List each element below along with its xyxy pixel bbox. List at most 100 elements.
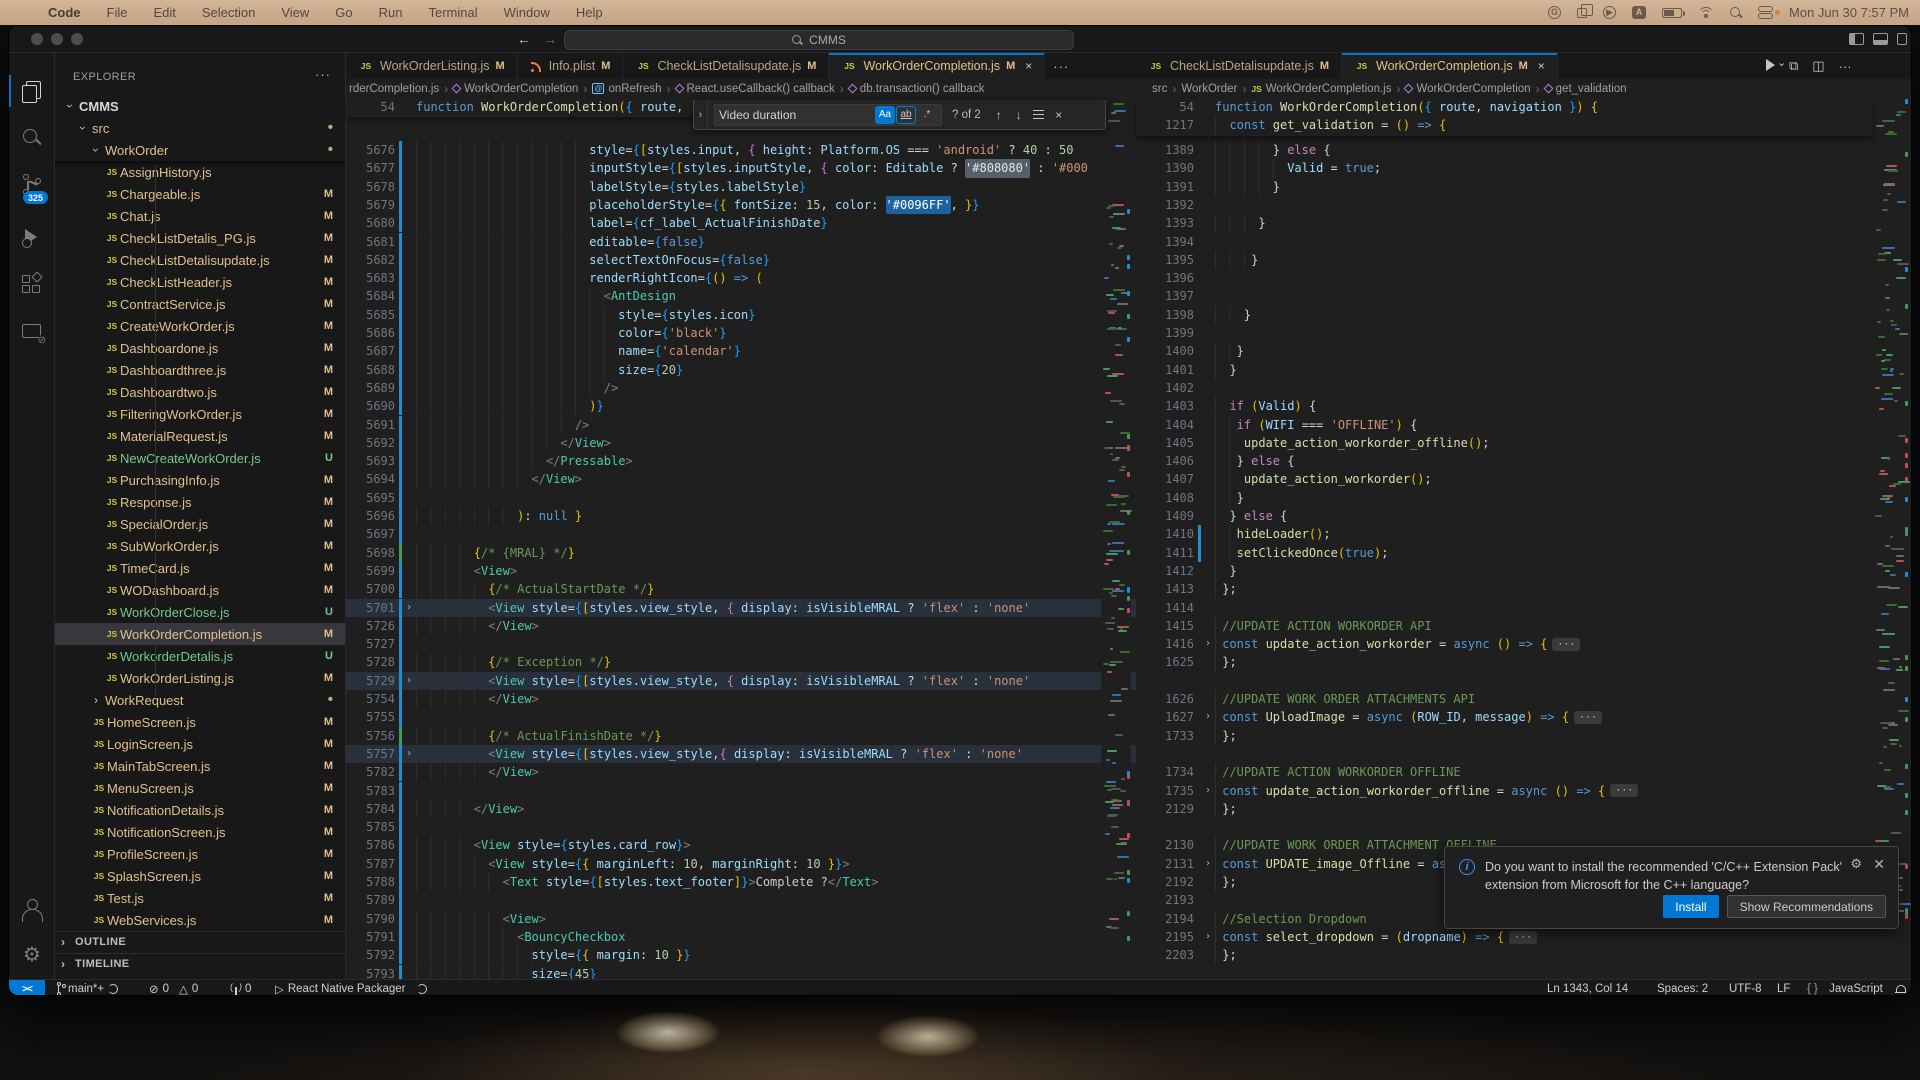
tree-file-profilescreen-js[interactable]: JSProfileScreen.jsM — [55, 843, 345, 865]
code-line[interactable]: 1415//UPDATE ACTION WORKORDER API — [1136, 617, 1912, 635]
code-line[interactable]: 5692</View> — [346, 434, 1136, 452]
notification-settings-icon[interactable]: ⚙ — [1850, 857, 1862, 872]
tab-checklistdetalisupdate-js[interactable]: JSCheckListDetalisupdate.jsM — [623, 53, 829, 79]
sidebar-item-extensions[interactable] — [9, 265, 55, 305]
code-line[interactable]: 5789 — [346, 891, 1136, 909]
tree-file-maintabscreen-js[interactable]: JSMainTabScreen.jsM — [55, 755, 345, 777]
tree-folder-workorder[interactable]: ›WorkOrder• — [55, 139, 345, 161]
code-line[interactable]: 5686color={'black'} — [346, 324, 1136, 342]
code-line[interactable]: 1395} — [1136, 251, 1912, 269]
tree-file-checklistheader-js[interactable]: JSCheckListHeader.jsM — [55, 271, 345, 293]
code-line[interactable]: 1403if (Valid) { — [1136, 397, 1912, 415]
show-recommendations-button[interactable]: Show Recommendations — [1727, 895, 1886, 918]
code-line[interactable]: 5783 — [346, 782, 1136, 800]
code-line[interactable]: 1389} else { — [1136, 141, 1912, 159]
code-line[interactable]: 5690)} — [346, 397, 1136, 415]
code-line[interactable]: 1626//UPDATE WORK ORDER ATTACHMENTS API — [1136, 690, 1912, 708]
menu-item-edit[interactable]: Edit — [153, 5, 175, 20]
tree-file-purchasinginfo-js[interactable]: JSPurchasingInfo.jsM — [55, 469, 345, 491]
tree-file-homescreen-js[interactable]: JSHomeScreen.jsM — [55, 711, 345, 733]
spotlight-icon[interactable] — [1730, 7, 1742, 19]
tree-file-chat-js[interactable]: JSChat.jsM — [55, 205, 345, 227]
open-changes-icon[interactable]: ⧉ — [1789, 58, 1798, 74]
tree-file-subworkorder-js[interactable]: JSSubWorkOrder.jsM — [55, 535, 345, 557]
breadcrumb-item[interactable]: WorkOrderCompletion — [1405, 83, 1530, 95]
tab-workorderlisting-js[interactable]: JSWorkOrderListing.jsM — [346, 53, 518, 79]
tab-checklistdetalisupdate-js[interactable]: JSCheckListDetalisupdate.jsM — [1136, 53, 1342, 79]
tree-file-notificationscreen-js[interactable]: JSNotificationScreen.jsM — [55, 821, 345, 843]
minimize-window-button[interactable] — [51, 33, 63, 45]
nav-back-icon[interactable]: ← — [517, 31, 531, 47]
find-previous-icon[interactable]: ↑ — [989, 105, 1009, 125]
menu-item-help[interactable]: Help — [576, 5, 603, 20]
code-line[interactable]: 1412} — [1136, 562, 1912, 580]
code-line[interactable]: 1627›const UploadImage = async (ROW_ID, … — [1136, 708, 1912, 726]
code-line[interactable]: 1399 — [1136, 324, 1912, 342]
breadcrumb[interactable]: rderCompletion.js›WorkOrderCompletion›@o… — [349, 79, 1119, 98]
code-line[interactable]: 5691/> — [346, 416, 1136, 434]
find-in-selection-icon[interactable] — [1029, 105, 1049, 125]
layout-more-icon[interactable] — [1897, 33, 1907, 45]
code-line[interactable]: 5756{/* ActualFinishDate */} — [346, 727, 1136, 745]
tree-folder-src[interactable]: ›src• — [55, 117, 345, 139]
code-line[interactable]: 5698{/* {MRAL} */} — [346, 544, 1136, 562]
code-line[interactable]: 5757›<View style={[styles.view_style,{ d… — [346, 745, 1136, 763]
code-line[interactable]: 5701›<View style={[styles.view_style, { … — [346, 599, 1136, 617]
code-line[interactable]: 5791<BouncyCheckbox — [346, 928, 1136, 946]
minimap[interactable] — [1101, 98, 1131, 979]
code-line[interactable]: 1413}; — [1136, 580, 1912, 598]
ports-status[interactable]: 0 — [231, 980, 251, 996]
code-line[interactable]: 1625}; — [1136, 653, 1912, 671]
breadcrumb-item[interactable]: db.transaction() callback — [849, 83, 985, 95]
breadcrumb-item[interactable]: @onRefresh — [592, 83, 661, 95]
close-find-icon[interactable]: × — [1049, 105, 1069, 125]
tree-file-menuscreen-js[interactable]: JSMenuScreen.jsM — [55, 777, 345, 799]
toggle-panel-icon[interactable] — [1873, 33, 1888, 45]
code-line[interactable]: 5754</View> — [346, 690, 1136, 708]
battery-icon[interactable] — [1662, 8, 1682, 18]
sidebar-item-settings[interactable]: ⚙ — [9, 934, 55, 974]
notification-close-icon[interactable]: ✕ — [1873, 856, 1885, 873]
code-line[interactable]: 1414 — [1136, 599, 1912, 617]
folded-code-icon[interactable]: ··· — [1552, 638, 1580, 651]
tab-info-plist[interactable]: Info.plistM — [518, 53, 624, 79]
task-status[interactable]: ▷ React Native Packager — [275, 980, 427, 996]
code-line[interactable]: 1401} — [1136, 361, 1912, 379]
sticky-code-line[interactable]: 1217const get_validation = () => { — [1136, 116, 1873, 134]
code-line[interactable]: 1416›const update_action_workorder = asy… — [1136, 635, 1912, 653]
breadcrumb[interactable]: src›WorkOrder›JSWorkOrderCompletion.js›W… — [1152, 79, 1909, 98]
code-line[interactable]: 5696): null } — [346, 507, 1136, 525]
tree-file-timecard-js[interactable]: JSTimeCard.jsM — [55, 557, 345, 579]
close-window-button[interactable] — [31, 33, 43, 45]
code-line[interactable]: 5726</View> — [346, 617, 1136, 635]
tree-file-checklistdetalis-pg-js[interactable]: JSCheckListDetalis_PG.jsM — [55, 227, 345, 249]
find-next-icon[interactable]: ↓ — [1009, 105, 1029, 125]
code-line[interactable]: 5687name={'calendar'} — [346, 342, 1136, 360]
menu-item-code[interactable]: Code — [48, 5, 81, 20]
code-line[interactable]: 1405update_action_workorder_offline(); — [1136, 434, 1912, 452]
tree-file-notificationdetails-js[interactable]: JSNotificationDetails.jsM — [55, 799, 345, 821]
code-line[interactable]: 5694</View> — [346, 470, 1136, 488]
menu-item-view[interactable]: View — [281, 5, 309, 20]
code-line[interactable]: 5793size={45} — [346, 965, 1136, 980]
sidebar-item-account[interactable] — [9, 889, 55, 929]
code-line[interactable]: 1409} else { — [1136, 507, 1912, 525]
menu-item-window[interactable]: Window — [504, 5, 550, 20]
tree-file-newcreateworkorder-js[interactable]: JSNewCreateWorkOrder.jsU — [55, 447, 345, 469]
tree-file-contractservice-js[interactable]: JSContractService.jsM — [55, 293, 345, 315]
code-line[interactable]: 5679placeholderStyle={{ fontSize: 15, co… — [346, 196, 1136, 214]
code-line[interactable]: 5678labelStyle={styles.labelStyle} — [346, 178, 1136, 196]
explorer-actions-icon[interactable]: ··· — [315, 67, 331, 82]
git-branch-status[interactable]: main*+ — [55, 980, 118, 996]
code-line[interactable]: 5681editable={false} — [346, 233, 1136, 251]
code-line[interactable]: 5782</View> — [346, 763, 1136, 781]
code-line[interactable]: 1396 — [1136, 269, 1912, 287]
control-center-icon[interactable] — [1758, 6, 1773, 19]
indentation-status[interactable]: Spaces: 2 — [1657, 980, 1708, 996]
tree-file-wodashboard-js[interactable]: JSWODashboard.jsM — [55, 579, 345, 601]
whole-word-toggle[interactable]: ab — [896, 106, 916, 124]
tree-file-chargeable-js[interactable]: JSChargeable.jsM — [55, 183, 345, 205]
code-line[interactable]: 5695 — [346, 489, 1136, 507]
tree-file-workordercompletion-js[interactable]: JSWorkOrderCompletion.jsM — [55, 623, 345, 645]
code-editor[interactable]: 5676style={[styles.input, { height: Plat… — [346, 98, 1136, 979]
